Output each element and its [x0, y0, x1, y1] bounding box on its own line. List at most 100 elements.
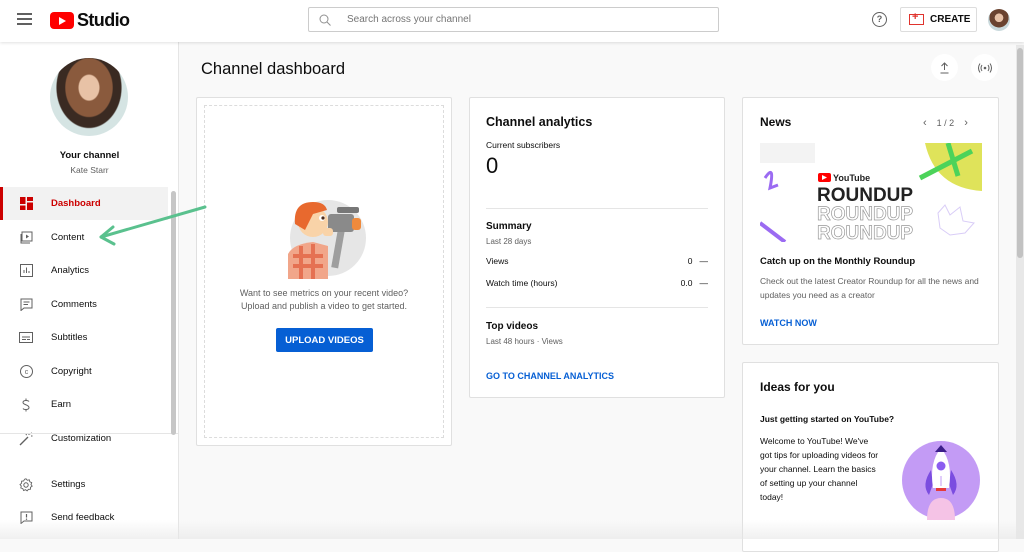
gear-icon: [19, 477, 33, 492]
studio-logo[interactable]: Studio: [50, 10, 130, 31]
metric-trend: —: [699, 256, 709, 266]
sidebar-item-send-feedback[interactable]: Send feedback: [0, 501, 168, 534]
sidebar-item-subtitles[interactable]: Subtitles: [0, 321, 168, 354]
page-title: Channel dashboard: [201, 60, 346, 78]
news-headline: Catch up on the Monthly Roundup: [760, 256, 916, 267]
svg-text:ROUNDUP: ROUNDUP: [817, 204, 913, 225]
go-live-button[interactable]: [971, 54, 998, 81]
summary-title: Summary: [486, 221, 532, 232]
sidebar-divider: [0, 433, 179, 434]
nav-label: Earn: [51, 399, 72, 410]
sidebar-item-copyright[interactable]: c Copyright: [0, 355, 168, 388]
feedback-icon: [19, 511, 33, 525]
logo-text: Studio: [77, 10, 130, 30]
metric-row-views: Views 0 —: [486, 256, 708, 266]
account-avatar[interactable]: [988, 9, 1010, 31]
upload-videos-button[interactable]: UPLOAD VIDEOS: [276, 328, 373, 352]
chevron-left-icon[interactable]: ‹: [923, 117, 927, 129]
divider: [486, 208, 708, 209]
sidebar-item-dashboard[interactable]: Dashboard: [0, 187, 168, 220]
subscribers-label: Current subscribers: [486, 140, 561, 150]
sidebar-item-settings[interactable]: Settings: [0, 468, 168, 501]
ideas-text: Welcome to YouTube! We've got tips for u…: [760, 436, 879, 502]
upload-button[interactable]: [931, 54, 958, 81]
content-icon: [19, 231, 33, 245]
metric-value: 0: [687, 256, 693, 266]
card-title: Channel analytics: [486, 115, 593, 129]
subtitles-icon: [19, 331, 33, 345]
sidebar-item-customization[interactable]: Customization: [0, 422, 168, 455]
watch-now-link[interactable]: WATCH NOW: [760, 318, 817, 328]
create-video-icon: [909, 11, 924, 25]
sidebar: Your channel Kate Starr Dashboard Conten…: [0, 42, 179, 539]
metric-value: 0.0: [680, 278, 693, 288]
youtube-play-icon: [50, 12, 74, 29]
channel-avatar[interactable]: [50, 58, 128, 136]
dollar-icon: [19, 398, 33, 412]
videographer-illustration-icon: [288, 200, 366, 279]
news-description: Check out the latest Creator Roundup for…: [760, 276, 979, 300]
news-pager: ‹ 1 / 2 ›: [923, 117, 968, 129]
news-card: News ‹ 1 / 2 › YouTube ROUNDUP ROUNDUP R…: [742, 97, 999, 345]
sidebar-item-analytics[interactable]: Analytics: [0, 254, 168, 287]
sidebar-scrollbar[interactable]: [171, 191, 176, 435]
your-channel-label: Your channel: [59, 150, 120, 161]
nav-label: Subtitles: [51, 332, 88, 343]
help-icon[interactable]: ?: [872, 12, 887, 27]
svg-text:YouTube: YouTube: [833, 173, 870, 183]
comments-icon: [19, 298, 33, 312]
analytics-icon: [19, 264, 33, 278]
page-scrollbar[interactable]: [1017, 48, 1023, 258]
top-videos-title: Top videos: [486, 321, 539, 332]
channel-name: Kate Starr: [70, 165, 109, 175]
roundup-banner-icon: YouTube ROUNDUP ROUNDUP ROUNDUP: [760, 143, 982, 242]
search-icon: [319, 14, 339, 26]
chevron-right-icon[interactable]: ›: [964, 117, 968, 129]
upload-prompt-line1: Want to see metrics on your recent video…: [239, 288, 409, 298]
svg-text:ROUNDUP: ROUNDUP: [817, 223, 913, 242]
pager-text: 1 / 2: [936, 118, 955, 128]
dashboard-icon: [19, 197, 33, 211]
summary-period: Last 28 days: [486, 237, 532, 246]
news-thumbnail[interactable]: YouTube ROUNDUP ROUNDUP ROUNDUP: [760, 143, 982, 242]
rocket-illustration-icon: [902, 441, 980, 520]
nav-label: Analytics: [51, 265, 90, 276]
upload-card: Want to see metrics on your recent video…: [196, 97, 452, 446]
create-button[interactable]: CREATE: [900, 7, 977, 32]
svg-text:ROUNDUP: ROUNDUP: [817, 185, 913, 206]
card-title: Ideas for you: [760, 380, 835, 394]
search-input[interactable]: [347, 14, 687, 25]
svg-text:c: c: [24, 369, 28, 376]
nav-label: Customization: [51, 433, 112, 444]
top-bar: Studio ? CREATE: [0, 0, 1024, 42]
sidebar-item-comments[interactable]: Comments: [0, 288, 168, 321]
copyright-icon: c: [19, 365, 33, 379]
go-to-channel-analytics-link[interactable]: GO TO CHANNEL ANALYTICS: [486, 371, 614, 381]
search-box[interactable]: [308, 7, 719, 32]
nav-label: Copyright: [51, 366, 92, 377]
subscribers-value: 0: [486, 153, 499, 178]
live-broadcast-icon: [977, 62, 992, 73]
nav-label: Settings: [51, 479, 86, 490]
divider: [486, 307, 708, 308]
menu-icon[interactable]: [17, 13, 32, 25]
upload-icon: [940, 61, 949, 73]
metric-label: Watch time (hours): [486, 278, 558, 288]
ideas-card: Ideas for you Just getting started on Yo…: [742, 362, 999, 552]
metric-row-watch-time: Watch time (hours) 0.0 —: [486, 278, 708, 288]
metric-trend: —: [699, 278, 709, 288]
channel-analytics-card: Channel analytics Current subscribers 0 …: [469, 97, 725, 398]
nav-label: Dashboard: [51, 198, 101, 209]
nav-label: Send feedback: [51, 512, 115, 523]
metric-label: Views: [486, 256, 509, 266]
upload-prompt-line2: Upload and publish a video to get starte…: [240, 301, 408, 311]
sidebar-item-earn[interactable]: Earn: [0, 388, 168, 421]
nav-label: Comments: [51, 299, 97, 310]
card-title: News: [760, 115, 792, 129]
ideas-heading: Just getting started on YouTube?: [760, 414, 895, 424]
create-label: CREATE: [930, 14, 971, 25]
top-videos-subtitle: Last 48 hours · Views: [486, 337, 563, 346]
sidebar-item-content[interactable]: Content: [0, 221, 168, 254]
nav-label: Content: [51, 232, 85, 243]
upload-prompt: Want to see metrics on your recent video…: [197, 287, 451, 313]
